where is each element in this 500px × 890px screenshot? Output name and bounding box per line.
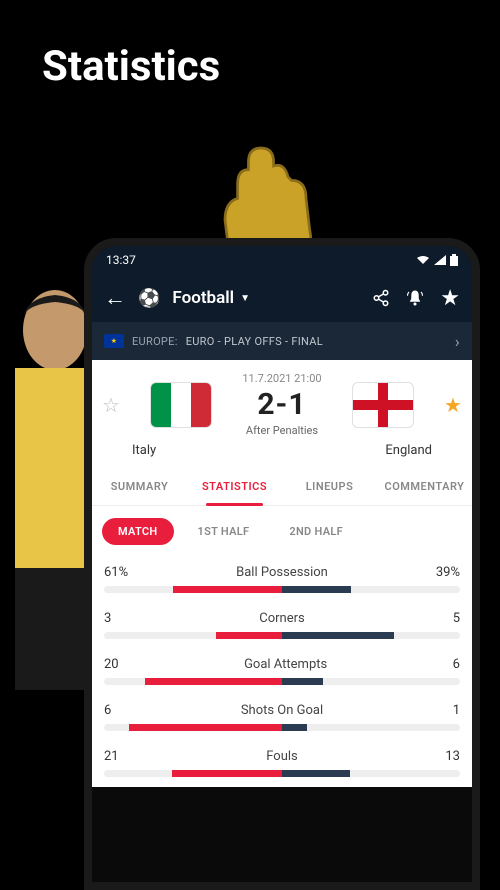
stat-bar-away: [282, 632, 394, 639]
stat-bar: [104, 724, 460, 731]
stat-bar: [104, 770, 460, 777]
away-team-flag[interactable]: [352, 382, 414, 428]
home-team-name: Italy: [132, 443, 156, 458]
battery-icon: [450, 254, 458, 266]
stat-row: 20 Goal Attempts 6: [104, 649, 460, 695]
stat-bar: [104, 586, 460, 593]
signal-icon: [434, 255, 446, 265]
back-arrow-icon[interactable]: ←: [104, 285, 126, 311]
period-second-half[interactable]: 2ND HALF: [273, 518, 359, 545]
chevron-right-icon: ›: [455, 332, 460, 351]
stat-bar-home: [145, 678, 282, 685]
tab-summary[interactable]: SUMMARY: [92, 468, 187, 505]
chevron-down-icon: ▼: [240, 293, 250, 304]
stat-bar-home: [172, 770, 282, 777]
page-title: Statistics: [0, 0, 500, 91]
competition-bar[interactable]: EUROPE: EURO - PLAY OFFS - FINAL ›: [92, 322, 472, 360]
away-team-name: England: [385, 443, 432, 458]
stat-home-value: 3: [104, 611, 111, 626]
favorite-home-star[interactable]: ☆: [102, 393, 120, 417]
tab-lineups[interactable]: LINEUPS: [282, 468, 377, 505]
period-match[interactable]: MATCH: [102, 518, 174, 545]
stat-label: Fouls: [266, 749, 298, 764]
stat-label: Corners: [259, 611, 304, 626]
stat-bar-home: [216, 632, 282, 639]
match-date: 11.7.2021 21:00: [242, 372, 321, 385]
competition-region: EUROPE:: [132, 335, 178, 348]
match-panel: ☆ 11.7.2021 21:00 2-1 After Penalties ★ …: [92, 360, 472, 468]
star-icon[interactable]: ★: [440, 286, 460, 311]
football-icon: ⚽: [138, 288, 160, 309]
home-team-flag[interactable]: [150, 382, 212, 428]
stat-away-value: 1: [453, 703, 460, 718]
stat-bar-home: [173, 586, 282, 593]
stat-bar-home: [129, 724, 282, 731]
stat-bar-away: [282, 724, 307, 731]
competition-name: EURO - PLAY OFFS - FINAL: [186, 335, 323, 348]
stat-home-value: 20: [104, 657, 119, 672]
stat-away-value: 13: [445, 749, 460, 764]
stat-bar-away: [282, 586, 351, 593]
period-tabs: MATCH 1ST HALF 2ND HALF: [92, 506, 472, 557]
stat-label: Goal Attempts: [244, 657, 327, 672]
stat-row: 21 Fouls 13: [104, 741, 460, 787]
stat-label: Shots On Goal: [241, 703, 323, 718]
eu-flag-icon: [104, 334, 124, 348]
phone-frame: 13:37 ← ⚽ Football ▼ ★ EUROPE: EURO - PL…: [84, 238, 480, 890]
match-score: 2-1: [242, 387, 321, 422]
stat-bar-away: [282, 678, 323, 685]
stat-bar: [104, 678, 460, 685]
bell-icon[interactable]: [406, 289, 424, 307]
favorite-away-star[interactable]: ★: [444, 393, 462, 417]
stat-home-value: 21: [104, 749, 119, 764]
stat-row: 61% Ball Possession 39%: [104, 557, 460, 603]
stat-row: 6 Shots On Goal 1: [104, 695, 460, 741]
stat-away-value: 39%: [436, 565, 460, 580]
stat-bar-away: [282, 770, 350, 777]
stat-bar: [104, 632, 460, 639]
status-bar: 13:37: [92, 246, 472, 274]
status-icons: [416, 254, 458, 266]
stat-away-value: 5: [453, 611, 460, 626]
tab-commentary[interactable]: COMMENTARY: [377, 468, 472, 505]
match-note: After Penalties: [242, 424, 321, 437]
stat-home-value: 6: [104, 703, 111, 718]
detail-tabs: SUMMARY STATISTICS LINEUPS COMMENTARY: [92, 468, 472, 506]
wifi-icon: [416, 255, 430, 265]
share-icon[interactable]: [372, 289, 390, 307]
status-time: 13:37: [106, 253, 136, 267]
app-header: ← ⚽ Football ▼ ★: [92, 274, 472, 322]
sport-label: Football: [172, 288, 234, 308]
stat-label: Ball Possession: [236, 565, 328, 580]
score-block: 11.7.2021 21:00 2-1 After Penalties: [242, 372, 321, 437]
stat-row: 3 Corners 5: [104, 603, 460, 649]
stat-away-value: 6: [453, 657, 460, 672]
tab-statistics[interactable]: STATISTICS: [187, 468, 282, 505]
period-first-half[interactable]: 1ST HALF: [182, 518, 266, 545]
sport-dropdown[interactable]: Football ▼: [172, 288, 360, 308]
stat-home-value: 61%: [104, 565, 128, 580]
stats-list: 61% Ball Possession 39% 3 Corners 5 20 G…: [92, 557, 472, 787]
